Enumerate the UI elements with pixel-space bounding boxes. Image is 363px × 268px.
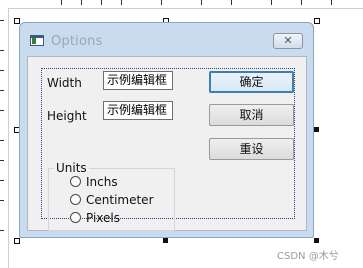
resize-handle-bottom-left <box>14 238 20 244</box>
radio-centimeter[interactable] <box>70 194 81 205</box>
watermark: CSDN @木兮 <box>277 251 339 262</box>
resize-handle-top-right <box>314 18 320 24</box>
ruler-tick <box>271 0 272 5</box>
radio-centimeter-label[interactable]: Centimeter <box>86 193 154 207</box>
units-group-label: Units <box>54 161 89 175</box>
close-button[interactable]: ✕ <box>273 33 303 49</box>
ruler-tick <box>231 0 232 5</box>
resize-handle-bottom-right[interactable] <box>314 238 319 243</box>
radio-pixels-label[interactable]: Pixels <box>86 211 120 225</box>
ruler-tick <box>0 50 4 51</box>
ruler-tick <box>121 0 122 5</box>
dialog-title: Options <box>51 34 103 49</box>
height-label: Height <box>47 109 87 123</box>
ruler-tick <box>0 90 4 91</box>
ruler-tick <box>161 0 162 5</box>
radio-inchs-label[interactable]: Inchs <box>86 175 118 189</box>
radio-inchs[interactable] <box>70 176 81 187</box>
ruler-tick <box>0 180 4 181</box>
ruler-tick <box>0 110 4 111</box>
close-icon: ✕ <box>283 34 293 47</box>
ruler-tick <box>0 230 4 231</box>
vertical-ruler <box>0 8 9 268</box>
ruler-tick <box>0 160 4 161</box>
width-input[interactable]: 示例编辑框 <box>103 71 173 90</box>
ruler-tick <box>61 0 62 5</box>
ruler-tick <box>201 0 202 5</box>
radio-pixels[interactable] <box>70 212 81 223</box>
cancel-button[interactable]: 取消 <box>209 104 294 126</box>
reset-button[interactable]: 重设 <box>209 138 294 160</box>
ok-button[interactable]: 确定 <box>209 71 294 93</box>
horizontal-ruler <box>0 0 363 9</box>
options-dialog: Options ✕ Width 示例编辑框 Height 示例编辑框 确定 取消… <box>19 22 314 238</box>
ruler-tick <box>0 70 4 71</box>
ruler-tick <box>0 200 4 201</box>
window-icon <box>30 35 44 46</box>
design-surface: Options ✕ Width 示例编辑框 Height 示例编辑框 确定 取消… <box>0 0 363 268</box>
ruler-tick <box>0 20 4 21</box>
resize-handle-bottom[interactable] <box>163 238 168 243</box>
ruler-tick <box>81 0 82 5</box>
width-label: Width <box>47 76 82 90</box>
ruler-tick <box>331 0 332 5</box>
ruler-tick <box>0 140 4 141</box>
dialog-client-area: Width 示例编辑框 Height 示例编辑框 确定 取消 重设 Units … <box>27 56 307 231</box>
resize-handle-right[interactable] <box>314 127 319 132</box>
title-bar[interactable]: Options ✕ <box>20 23 313 57</box>
ruler-tick <box>101 0 102 5</box>
height-input[interactable]: 示例编辑框 <box>103 101 173 120</box>
ruler-tick <box>301 0 302 5</box>
